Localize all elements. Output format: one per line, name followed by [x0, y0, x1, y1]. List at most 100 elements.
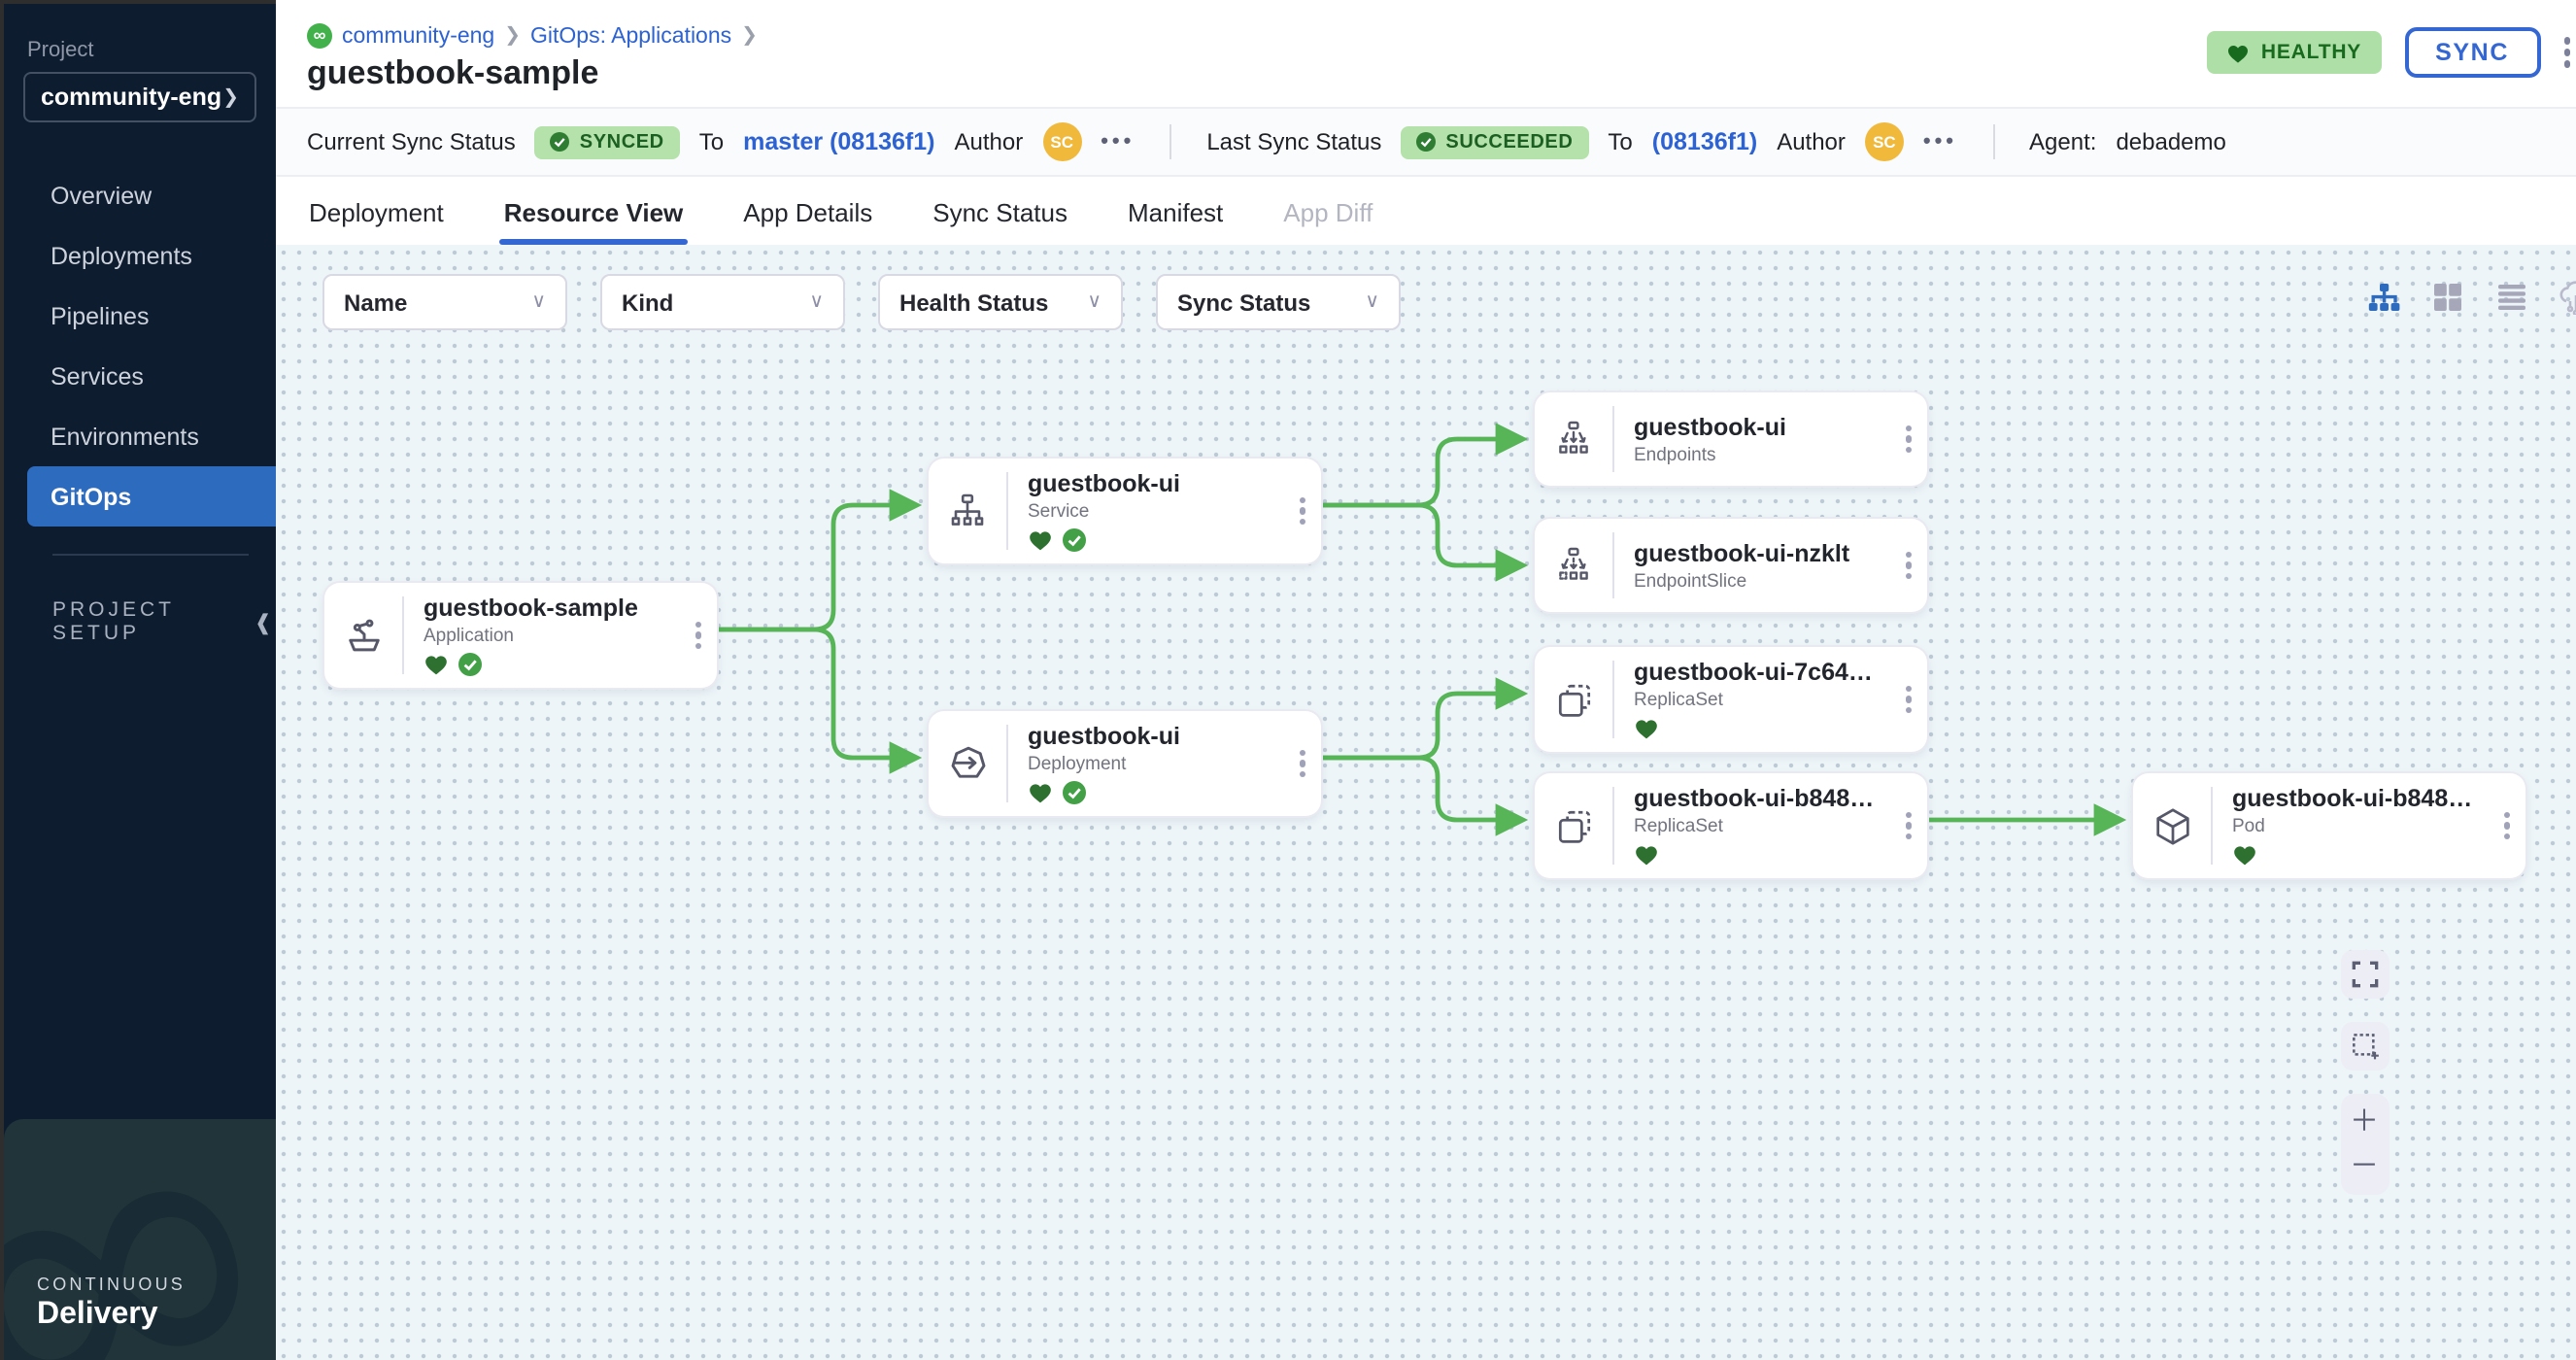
- node-kind: EndpointSlice: [1634, 570, 1849, 592]
- project-setup-label: PROJECT SETUP: [52, 598, 235, 645]
- tab-deployment[interactable]: Deployment: [309, 177, 444, 249]
- node-name: guestbook-ui: [1028, 723, 1180, 750]
- tab-app-details[interactable]: App Details: [743, 177, 872, 249]
- node-menu-button[interactable]: [688, 583, 717, 688]
- resource-graph: guestbook-sampleApplicationguestbook-uiS…: [276, 245, 2576, 1360]
- node-name: guestbook-ui: [1634, 413, 1786, 440]
- node-menu-button[interactable]: [1898, 392, 1927, 486]
- node-status-badges: [1634, 717, 1882, 740]
- node-kind: ReplicaSet: [1634, 690, 1882, 711]
- graph-node-replicaset[interactable]: guestbook-ui-7c64987dc9 ReplicaSet: [1535, 647, 1927, 752]
- zoom-in-button[interactable]: ＋: [2350, 1108, 2379, 1138]
- node-menu-button[interactable]: [1898, 647, 1927, 752]
- harness-gitops-app-page: Project community-eng ❯ OverviewDeployme…: [0, 0, 2576, 1360]
- tab-bar: Deployment Resource View App Details Sync S…: [276, 177, 2576, 249]
- author-avatar: SC: [1042, 122, 1081, 161]
- node-kind: Deployment: [1028, 754, 1180, 775]
- node-status-badges: [1028, 528, 1180, 552]
- sidebar-item-services[interactable]: Services: [4, 346, 276, 406]
- commit-more-button[interactable]: •••: [1923, 130, 1957, 153]
- node-menu-button[interactable]: [1292, 711, 1321, 816]
- breadcrumb-link-gitops-applications[interactable]: GitOps: Applications: [530, 24, 731, 48]
- page-title: guestbook-sample: [307, 54, 598, 93]
- node-menu-button[interactable]: [2496, 773, 2525, 878]
- healthy-heart-icon: [1634, 843, 1659, 867]
- project-label: Project: [27, 39, 276, 62]
- to-label: To: [1608, 128, 1632, 155]
- tab-manifest[interactable]: Manifest: [1128, 177, 1223, 249]
- agent-label: Agent:: [2029, 128, 2096, 155]
- sidebar-item-project-setup[interactable]: PROJECT SETUP ❰: [52, 598, 276, 645]
- synced-check-icon: [458, 653, 482, 676]
- commit-more-button[interactable]: •••: [1101, 130, 1135, 153]
- gitops-infinity-icon: ∞: [307, 23, 332, 49]
- zoom-out-button[interactable]: －: [2350, 1151, 2379, 1180]
- tab-sync-status[interactable]: Sync Status: [932, 177, 1068, 249]
- page-header: ∞ community-eng❯GitOps: Applications❯ gu…: [276, 0, 2576, 107]
- sidebar-item-environments[interactable]: Environments: [4, 406, 276, 466]
- sidebar-menu: OverviewDeploymentsPipelinesServicesEnvi…: [4, 165, 276, 527]
- breadcrumb-separator: ❯: [504, 25, 521, 47]
- healthy-heart-icon: [2232, 843, 2257, 867]
- zoom-panel: ＋ －: [2340, 1094, 2389, 1195]
- sidebar-item-pipelines[interactable]: Pipelines: [4, 286, 276, 346]
- replicaset-icon: [1535, 773, 1612, 878]
- synced-check-icon: [1063, 781, 1086, 804]
- sidebar-item-gitops[interactable]: GitOps: [27, 466, 276, 527]
- sync-button[interactable]: SYNC: [2404, 27, 2540, 78]
- author-label: Author: [954, 128, 1023, 155]
- graph-node-service[interactable]: guestbook-uiService: [929, 459, 1321, 563]
- node-name: guestbook-ui-7c64987dc9: [1634, 659, 1882, 686]
- check-circle-icon: [1416, 132, 1436, 152]
- graph-node-endpoints[interactable]: guestbook-uiEndpoints: [1535, 392, 1927, 486]
- node-name: guestbook-sample: [424, 595, 638, 622]
- healthy-heart-icon: [1634, 717, 1659, 740]
- graph-node-pod[interactable]: guestbook-ui-b848d5d9... Pod: [2133, 773, 2525, 878]
- divider: [1169, 124, 1171, 159]
- health-status-badge: HEALTHY: [2207, 31, 2381, 74]
- endpointslice-icon: [1535, 519, 1612, 612]
- sidebar: Project community-eng ❯ OverviewDeployme…: [4, 0, 276, 1360]
- graph-node-application[interactable]: guestbook-sampleApplication: [324, 583, 717, 688]
- node-name: guestbook-ui-b848d5d9...: [2232, 785, 2481, 812]
- graph-node-endpointslice[interactable]: guestbook-ui-nzkltEndpointSlice: [1535, 519, 1927, 612]
- succeeded-badge: SUCCEEDED: [1401, 125, 1588, 158]
- app-menu-button[interactable]: [2563, 38, 2570, 68]
- node-kind: ReplicaSet: [1634, 816, 1882, 837]
- node-status-badges: [2232, 843, 2481, 867]
- last-sync-status-label: Last Sync Status: [1206, 128, 1381, 155]
- sidebar-item-overview[interactable]: Overview: [4, 165, 276, 225]
- breadcrumb-link-community-eng[interactable]: community-eng: [342, 24, 494, 48]
- service-icon: [929, 459, 1006, 563]
- chevron-right-icon: ❯: [222, 86, 239, 108]
- synced-badge: SYNCED: [535, 125, 680, 158]
- tab-resource-view[interactable]: Resource View: [504, 177, 684, 249]
- current-sync-status-label: Current Sync Status: [307, 128, 516, 155]
- graph-node-deployment[interactable]: guestbook-ui Deployment: [929, 711, 1321, 816]
- node-menu-button[interactable]: [1292, 459, 1321, 563]
- node-menu-button[interactable]: [1898, 773, 1927, 878]
- project-selector-value: community-eng: [41, 84, 221, 111]
- healthy-heart-icon: [1028, 781, 1053, 804]
- divider: [1992, 124, 1994, 159]
- current-commit-link[interactable]: master (08136f1): [743, 128, 934, 155]
- sidebar-item-deployments[interactable]: Deployments: [4, 225, 276, 286]
- node-kind: Pod: [2232, 816, 2481, 837]
- node-name: guestbook-ui-b848d5d9d: [1634, 785, 1882, 812]
- node-kind: Service: [1028, 501, 1180, 523]
- tab-app-diff: App Diff: [1283, 177, 1373, 249]
- marquee-zoom-button[interactable]: [2340, 1022, 2389, 1071]
- fullscreen-button[interactable]: [2340, 950, 2389, 999]
- breadcrumb: ∞ community-eng❯GitOps: Applications❯: [307, 23, 758, 49]
- healthy-heart-icon: [424, 653, 449, 676]
- last-commit-link[interactable]: (08136f1): [1652, 128, 1757, 155]
- deployment-icon: [929, 711, 1006, 816]
- chevron-down-icon: ❰: [254, 609, 276, 634]
- project-selector[interactable]: community-eng ❯: [23, 72, 256, 122]
- brand-continuous-label: CONTINUOUS: [37, 1275, 186, 1294]
- synced-check-icon: [1063, 528, 1086, 552]
- node-menu-button[interactable]: [1898, 519, 1927, 612]
- graph-node-replicaset[interactable]: guestbook-ui-b848d5d9d ReplicaSet: [1535, 773, 1927, 878]
- resource-canvas[interactable]: Name∨Kind∨Health Status∨Sync Status∨ gue…: [276, 245, 2576, 1360]
- canvas-controls: ＋ －: [2339, 950, 2390, 1195]
